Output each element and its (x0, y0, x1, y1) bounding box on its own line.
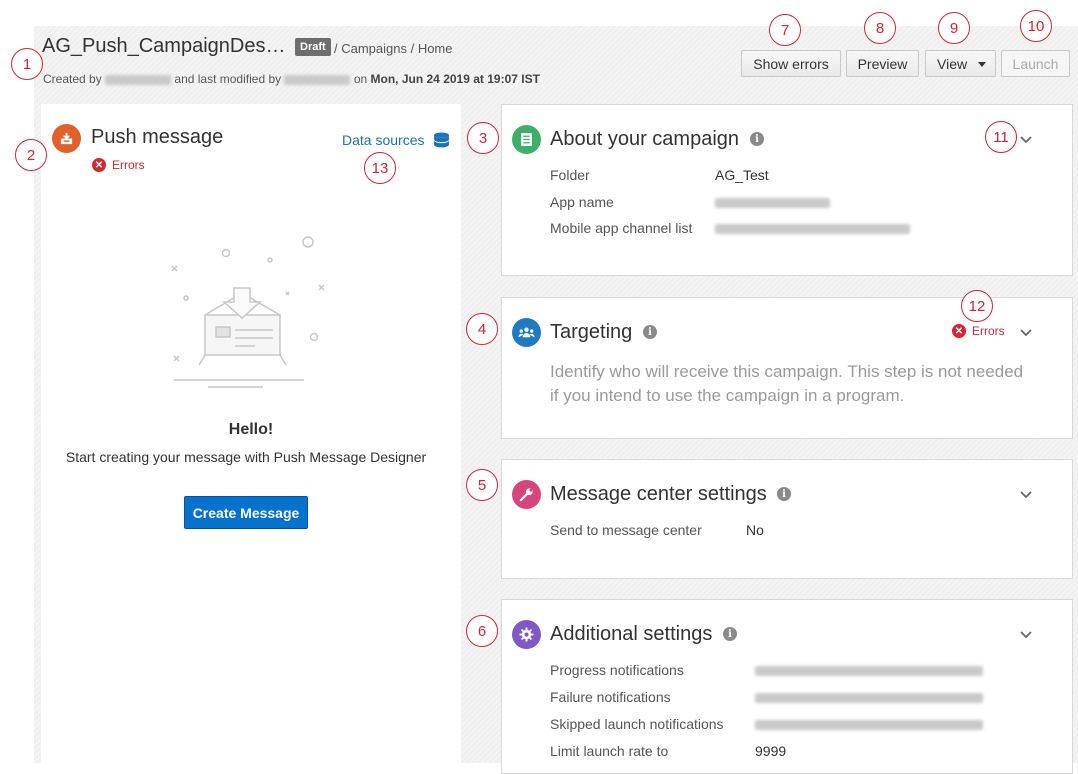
info-icon[interactable]: i (723, 627, 737, 641)
failure-notifications-label: Failure notifications (550, 689, 671, 705)
start-creating-text: Start creating your message with Push Me… (65, 449, 427, 465)
send-to-message-center-value: No (746, 522, 764, 538)
chevron-down-icon[interactable] (1018, 629, 1034, 641)
modified-date: Mon, Jun 24 2019 at 19:07 IST (370, 72, 540, 86)
chevron-down-icon[interactable] (1018, 489, 1034, 501)
callout-9: 9 (938, 12, 970, 44)
on-label: on (353, 72, 368, 86)
create-message-button[interactable]: Create Message (184, 496, 308, 529)
about-campaign-title: About your campaign (550, 128, 740, 150)
database-icon[interactable] (433, 132, 450, 149)
callout-2: 2 (15, 139, 47, 171)
callout-8: 8 (864, 12, 896, 44)
view-dropdown[interactable]: View (925, 50, 996, 77)
folder-value: AG_Test (715, 167, 769, 183)
message-center-card (501, 459, 1073, 579)
document-icon (512, 125, 541, 154)
callout-7: 7 (769, 14, 801, 46)
callout-13: 13 (364, 152, 396, 184)
campaign-title: AG_Push_CampaignDes… (42, 35, 286, 57)
preview-button[interactable]: Preview (846, 50, 919, 77)
error-icon: ✕ (92, 158, 106, 172)
progress-notifications-label: Progress notifications (550, 662, 684, 678)
redacted-skipped-email (755, 720, 983, 730)
callout-3: 3 (467, 122, 499, 154)
breadcrumb[interactable]: / Campaigns / Home (334, 41, 453, 56)
info-icon[interactable]: i (777, 487, 791, 501)
callout-11: 11 (985, 121, 1017, 153)
push-message-errors[interactable]: ✕ Errors (92, 158, 145, 172)
redacted-channel-list (715, 224, 910, 234)
redacted-progress-email (755, 666, 983, 676)
status-badge: Draft (295, 38, 331, 56)
folder-label: Folder (550, 167, 590, 183)
push-message-title: Push message (91, 126, 224, 148)
data-sources-label[interactable]: Data sources (342, 132, 424, 148)
error-icon: ✕ (952, 324, 966, 338)
modified-by-label: and last modified by (174, 72, 282, 86)
additional-settings-title: Additional settings (550, 623, 713, 645)
message-center-title: Message center settings (550, 483, 767, 505)
skipped-launch-notifications-label: Skipped launch notifications (550, 716, 724, 732)
info-icon[interactable]: i (643, 325, 657, 339)
callout-5: 5 (466, 469, 498, 501)
send-to-message-center-label: Send to message center (550, 522, 702, 538)
callout-12: 12 (961, 290, 993, 322)
created-by-label: Created by (43, 72, 102, 86)
errors-label: Errors (972, 324, 1005, 338)
channel-list-label: Mobile app channel list (550, 220, 693, 236)
callout-4: 4 (466, 313, 498, 345)
redacted-failure-email (755, 693, 983, 703)
chevron-down-icon[interactable] (1018, 134, 1034, 146)
show-errors-button[interactable]: Show errors (741, 50, 841, 77)
app-name-label: App name (550, 194, 614, 210)
targeting-errors[interactable]: ✕ Errors (952, 324, 1005, 338)
caret-down-icon (978, 62, 986, 67)
info-icon[interactable]: i (750, 132, 764, 146)
data-sources-link[interactable]: Data sources (342, 132, 424, 148)
redacted-modifier (284, 74, 351, 85)
view-label: View (937, 55, 968, 72)
wrench-icon (512, 480, 541, 509)
empty-state-illustration (171, 236, 325, 388)
hello-heading: Hello! (228, 421, 274, 438)
limit-launch-rate-label: Limit launch rate to (550, 743, 669, 759)
chevron-down-icon[interactable] (1018, 327, 1034, 339)
launch-button[interactable]: Launch (1001, 50, 1070, 77)
callout-6: 6 (466, 615, 498, 647)
callout-1: 1 (11, 48, 43, 80)
errors-label: Errors (112, 158, 145, 172)
limit-launch-rate-value: 9999 (755, 743, 787, 759)
people-icon (512, 318, 541, 347)
redacted-creator (105, 74, 172, 85)
push-message-icon (52, 124, 81, 153)
targeting-description: Identify who will receive this campaign.… (550, 362, 1024, 405)
modified-info: Created by and last modified by on Mon, … (43, 72, 540, 86)
gear-icon (512, 620, 541, 649)
breadcrumb-text[interactable]: / Campaigns / Home (334, 41, 453, 56)
callout-10: 10 (1020, 10, 1052, 42)
targeting-title: Targeting (550, 321, 633, 343)
redacted-app-name (715, 198, 830, 208)
